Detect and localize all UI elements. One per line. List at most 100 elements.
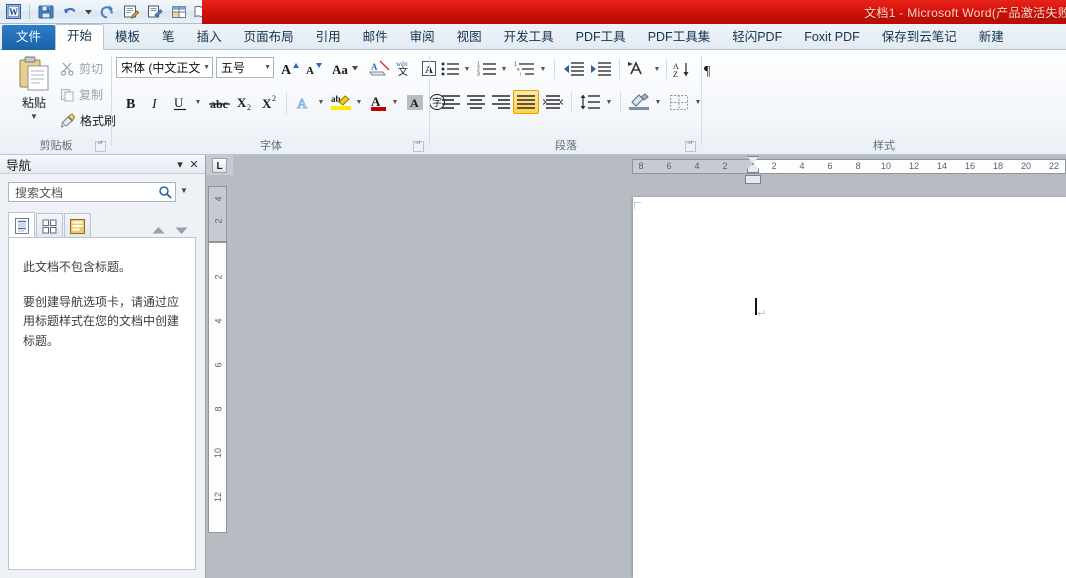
borders-button[interactable]: [666, 91, 692, 113]
subscript-button[interactable]: X 2: [234, 91, 258, 113]
line-spacing-caret-icon[interactable]: ▼: [603, 91, 615, 113]
numbering-button[interactable]: 1 2 3: [475, 58, 499, 80]
paragraph-dialog-launcher[interactable]: [685, 141, 696, 152]
shrink-font-button[interactable]: A: [302, 57, 324, 79]
tab-pdf-tools[interactable]: PDF工具: [565, 25, 637, 50]
bold-button[interactable]: B: [120, 91, 144, 113]
underline-button[interactable]: U: [168, 91, 192, 113]
font-name-combobox[interactable]: 宋体 (中文正文 ▼: [116, 57, 213, 78]
change-case-icon: Aa: [332, 62, 358, 77]
highlight-color-button[interactable]: ab: [328, 91, 354, 113]
undo-dropdown-icon[interactable]: [84, 3, 93, 21]
previous-result-icon[interactable]: [152, 226, 165, 235]
align-left-button[interactable]: [438, 91, 463, 113]
title-bar-red-area: 文档1 - Microsoft Word(产品激活失败: [202, 0, 1066, 24]
italic-button[interactable]: I: [144, 91, 168, 113]
browse-headings-tab[interactable]: [8, 212, 35, 238]
page-corner-marker: [634, 198, 641, 209]
underline-icon: U: [174, 95, 186, 110]
clear-formatting-button[interactable]: A: [368, 57, 392, 79]
vertical-ruler[interactable]: 4 2 2 4 6 8 10 12: [208, 186, 227, 578]
table-icon[interactable]: [169, 3, 189, 21]
print-preview-icon[interactable]: [145, 3, 165, 21]
superscript-button[interactable]: X 2: [259, 91, 283, 113]
font-name-caret-icon[interactable]: ▼: [201, 64, 210, 71]
shading-caret-icon[interactable]: ▼: [652, 91, 664, 113]
format-painter-button[interactable]: 格式刷: [60, 112, 116, 129]
document-page[interactable]: ↵: [633, 197, 1066, 578]
decrease-indent-button[interactable]: [561, 58, 587, 80]
character-shading-button[interactable]: A: [403, 91, 427, 113]
multilevel-caret-icon[interactable]: ▼: [537, 58, 549, 80]
tab-home[interactable]: 开始: [55, 24, 105, 50]
tab-review[interactable]: 审阅: [399, 25, 446, 50]
line-spacing-button[interactable]: [577, 91, 603, 113]
strikethrough-button[interactable]: abc: [206, 91, 234, 113]
browse-pages-tab[interactable]: [36, 213, 63, 238]
save-icon[interactable]: [36, 3, 56, 21]
text-effects-caret-icon[interactable]: ▼: [315, 91, 327, 113]
clipboard-dialog-launcher[interactable]: [95, 141, 106, 152]
shading-button[interactable]: [626, 91, 652, 113]
horizontal-ruler[interactable]: 8 6 4 2 2 4 6 8 10 12 14 16 18 20 22: [233, 159, 1066, 174]
paste-button[interactable]: 粘贴 ▼: [8, 56, 60, 140]
copy-button[interactable]: 复制: [60, 86, 103, 103]
justify-button[interactable]: [513, 90, 539, 114]
left-indent-marker[interactable]: [745, 175, 761, 184]
numbering-caret-icon[interactable]: ▼: [498, 58, 510, 80]
tab-developer[interactable]: 开发工具: [493, 25, 565, 50]
paste-dropdown-caret[interactable]: ▼: [30, 112, 38, 121]
tab-save-to-cloud-notes[interactable]: 保存到云笔记: [871, 25, 968, 50]
tab-insert[interactable]: 插入: [186, 25, 233, 50]
tab-template[interactable]: 模板: [104, 25, 151, 50]
asian-layout-button[interactable]: [625, 58, 651, 80]
tab-view[interactable]: 视图: [446, 25, 493, 50]
tab-stop-selector[interactable]: L: [206, 155, 233, 175]
multilevel-list-button[interactable]: 1 a i: [512, 58, 538, 80]
tab-mailings[interactable]: 邮件: [352, 25, 399, 50]
cut-button[interactable]: 剪切: [60, 60, 103, 77]
font-size-caret-icon[interactable]: ▼: [262, 64, 271, 71]
tab-pen[interactable]: 笔: [151, 25, 186, 50]
underline-caret-icon[interactable]: ▼: [192, 91, 204, 113]
font-color-caret-icon[interactable]: ▼: [389, 91, 401, 113]
browse-results-tab[interactable]: [64, 213, 91, 238]
increase-indent-button[interactable]: [588, 58, 614, 80]
word-logo-icon[interactable]: W: [3, 3, 23, 21]
font-dialog-launcher[interactable]: [413, 141, 424, 152]
vruler-num-2t: 2: [213, 218, 224, 224]
font-size-combobox[interactable]: 五号 ▼: [216, 57, 274, 78]
tab-file[interactable]: 文件: [2, 25, 56, 50]
distributed-button[interactable]: [540, 91, 565, 113]
search-icon[interactable]: [158, 185, 172, 199]
align-right-button[interactable]: [488, 91, 513, 113]
navigation-pane-dropdown-icon[interactable]: ▾: [173, 157, 187, 171]
tab-new[interactable]: 新建: [968, 25, 1015, 50]
align-center-button[interactable]: [463, 91, 488, 113]
sort-button[interactable]: A Z: [670, 58, 694, 80]
change-case-button[interactable]: Aa: [330, 57, 360, 79]
bullets-caret-icon[interactable]: ▼: [461, 58, 473, 80]
tab-lightpdf[interactable]: 轻闪PDF: [721, 25, 793, 50]
undo-icon[interactable]: [60, 3, 80, 21]
tab-page-layout[interactable]: 页面布局: [233, 25, 305, 50]
highlight-caret-icon[interactable]: ▼: [353, 91, 365, 113]
paragraph-inner-separator-2: [619, 59, 620, 79]
tab-pdf-toolkit[interactable]: PDF工具集: [637, 25, 722, 50]
font-color-button[interactable]: A: [366, 91, 390, 113]
tab-foxit-pdf[interactable]: Foxit PDF: [793, 25, 871, 50]
text-effects-button[interactable]: A: [292, 91, 316, 113]
navigation-search-input[interactable]: 搜索文档: [8, 182, 176, 202]
navigation-search-options-caret-icon[interactable]: ▼: [180, 186, 188, 195]
asian-layout-caret-icon[interactable]: ▼: [651, 58, 663, 80]
grow-font-button[interactable]: A: [278, 57, 300, 79]
navigation-pane-header: 导航 ▾ ✕: [0, 155, 205, 174]
tab-references[interactable]: 引用: [305, 25, 352, 50]
navigation-pane-close-icon[interactable]: ✕: [187, 157, 201, 171]
align-right-icon: [491, 95, 510, 109]
next-result-icon[interactable]: [175, 226, 188, 235]
phonetic-guide-button[interactable]: wén 文: [394, 57, 418, 79]
bullets-button[interactable]: [438, 58, 462, 80]
quick-print-icon[interactable]: [121, 3, 141, 21]
redo-icon[interactable]: [97, 3, 117, 21]
